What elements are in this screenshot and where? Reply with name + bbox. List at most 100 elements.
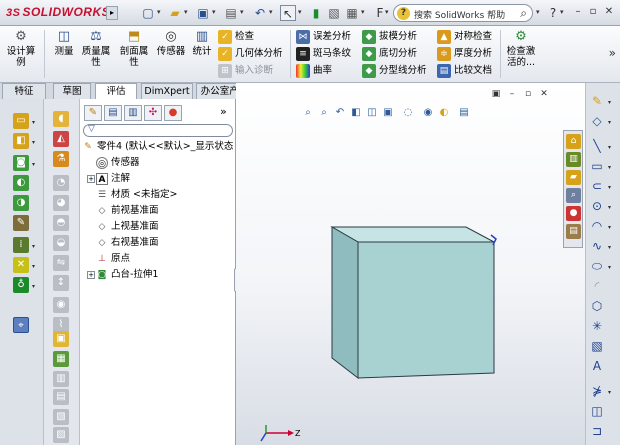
tree-item-right-plane[interactable]: ◇ 右视基准面: [96, 235, 159, 250]
viewport-restore-icon[interactable]: ▫: [522, 88, 534, 100]
sketch-tool-icon[interactable]: ▭: [13, 113, 29, 129]
options-dropdown-arrow-icon[interactable]: ▾: [361, 8, 365, 16]
viewport-close-icon[interactable]: ✕: [538, 88, 550, 100]
close-icon[interactable]: ✕: [602, 5, 616, 19]
tab-evaluate[interactable]: 评估: [95, 83, 137, 99]
arc-icon[interactable]: ◠: [589, 218, 605, 234]
zebra-stripes-button[interactable]: ≡ 斑马条纹: [296, 46, 351, 62]
save-icon[interactable]: ▣: [195, 5, 211, 21]
check-active-document-button[interactable]: ⚙ 检查激 活的...: [503, 29, 539, 68]
select-pointer-icon[interactable]: ↖: [280, 5, 296, 21]
section-view-icon[interactable]: ◧: [350, 107, 362, 119]
polygon-icon[interactable]: ⬡: [589, 298, 605, 314]
tab-sketch[interactable]: 草图: [53, 83, 91, 99]
text-icon[interactable]: A: [589, 358, 605, 374]
centerline-icon[interactable]: ▧: [589, 338, 605, 354]
search-help-box[interactable]: ? 搜索 SolidWorks 帮助 ⌕: [393, 4, 533, 22]
tree-item-sensors[interactable]: ◎ 传感器: [96, 155, 140, 170]
fillet-icon[interactable]: ◖: [53, 111, 69, 127]
dropdown-arrow-icon[interactable]: ▾: [32, 119, 35, 126]
smart-dimension-icon[interactable]: ◇: [589, 113, 605, 129]
tree-item-origin[interactable]: ⊥ 原点: [96, 251, 130, 266]
thickness-analysis-button[interactable]: ≑ 厚度分析: [437, 46, 492, 62]
tree-item-front-plane[interactable]: ◇ 前视基准面: [96, 203, 159, 218]
ribbon-more-icon[interactable]: »: [609, 46, 616, 60]
view-settings-icon[interactable]: ▤: [458, 107, 470, 119]
dropdown-arrow-icon[interactable]: ▾: [608, 264, 611, 271]
dropdown-arrow-icon[interactable]: ▾: [32, 283, 35, 290]
view-orientation-icon[interactable]: ◫: [366, 107, 378, 119]
circle-icon[interactable]: ⊙: [589, 198, 605, 214]
revolve-boss-icon[interactable]: ◐: [13, 175, 29, 191]
sensor-button[interactable]: ◎ 传感器: [154, 29, 188, 57]
fillet-sketch-icon[interactable]: ◜: [589, 278, 605, 294]
display-style-icon[interactable]: ▣: [382, 107, 394, 119]
options-icon[interactable]: ▦: [344, 5, 360, 21]
open-folder-icon[interactable]: ▰: [167, 5, 183, 21]
previous-view-icon[interactable]: ↶: [334, 107, 346, 119]
solidworks-logo[interactable]: 3S SOLIDWORKS: [6, 5, 110, 19]
sketch-icon[interactable]: ✎: [589, 93, 605, 109]
deviation-analysis-button[interactable]: ⋈ 误差分析: [296, 29, 351, 45]
tab-dimxpert[interactable]: DimXpert: [141, 83, 193, 99]
tree-item-part[interactable]: ✎ 零件4 (默认<<默认>_显示状态: [82, 139, 233, 154]
feature-filter-input[interactable]: ▽: [83, 124, 233, 137]
save-dropdown-arrow-icon[interactable]: ▾: [212, 8, 216, 16]
point-icon[interactable]: ✳: [589, 318, 605, 334]
new-document-icon[interactable]: ▢: [140, 5, 156, 21]
edit-appearance-icon[interactable]: ◉: [422, 107, 434, 119]
slot-icon[interactable]: ⊂: [589, 178, 605, 194]
offset-entities-icon[interactable]: ⊐: [589, 423, 605, 439]
rib-icon[interactable]: ◕: [53, 195, 69, 211]
convert-entities-icon[interactable]: ◫: [589, 403, 605, 419]
rebuild-traffic-light-icon[interactable]: ▮: [308, 5, 324, 21]
minimize-icon[interactable]: –: [571, 5, 585, 19]
dropdown-arrow-icon[interactable]: ▾: [608, 119, 611, 126]
open-dropdown-arrow-icon[interactable]: ▾: [184, 8, 188, 16]
split-icon[interactable]: ▦: [53, 351, 69, 367]
dropdown-arrow-icon[interactable]: ▾: [608, 99, 611, 106]
parting-line-analysis-button[interactable]: ◆ 分型线分析: [362, 63, 427, 79]
measure-button[interactable]: ◫ 测量: [52, 29, 76, 57]
tree-item-boss-extrude[interactable]: ◙ 凸台-拉伸1: [96, 267, 159, 282]
hide-show-items-icon[interactable]: ◌: [402, 107, 414, 119]
dropdown-arrow-icon[interactable]: ▾: [608, 184, 611, 191]
dropdown-arrow-icon[interactable]: ▾: [32, 263, 35, 270]
draft-analysis-button[interactable]: ◆ 拔模分析: [362, 29, 417, 45]
menu-expand-arrow-icon[interactable]: ▸: [106, 6, 118, 20]
check-button[interactable]: ✓ 检查: [218, 29, 254, 45]
draft-icon[interactable]: ⚗: [53, 151, 69, 167]
wrap-icon[interactable]: ◓: [53, 215, 69, 231]
feature-tree-tab-icon[interactable]: ✎: [84, 105, 102, 121]
instant3d-icon[interactable]: ⌖: [13, 317, 29, 333]
deform-icon[interactable]: ▨: [53, 427, 69, 443]
dropdown-arrow-icon[interactable]: ▾: [608, 244, 611, 251]
compare-documents-button[interactable]: ▤ 比较文档: [437, 63, 492, 79]
solidworks-resources-icon[interactable]: ⌂: [566, 134, 581, 149]
new-dropdown-arrow-icon[interactable]: ▾: [157, 8, 161, 16]
loft-icon[interactable]: ✎: [13, 215, 29, 231]
custom-properties-icon[interactable]: ▤: [566, 224, 581, 239]
viewport-tile-icon[interactable]: ▣: [490, 88, 502, 100]
cube-model[interactable]: [330, 225, 500, 385]
symmetry-check-button[interactable]: ▲ 对称检查: [437, 29, 492, 45]
reference-geometry-icon[interactable]: ✕: [13, 257, 29, 273]
curvature-button[interactable]: 曲率: [296, 63, 332, 79]
chamfer-icon[interactable]: ◭: [53, 131, 69, 147]
undercut-analysis-button[interactable]: ◆ 底切分析: [362, 46, 417, 62]
statistics-button[interactable]: ▥ 统计: [190, 29, 214, 57]
pattern-icon[interactable]: ⁞: [13, 237, 29, 253]
scale-icon[interactable]: ↕: [53, 275, 69, 291]
more-commands-arrow-icon[interactable]: ▾: [385, 8, 389, 16]
print-dropdown-arrow-icon[interactable]: ▾: [240, 8, 244, 16]
import-diagnostics-button[interactable]: ⊞ 输入诊断: [218, 63, 273, 79]
dropdown-arrow-icon[interactable]: ▾: [608, 144, 611, 151]
dropdown-arrow-icon[interactable]: ▾: [608, 224, 611, 231]
undo-icon[interactable]: ↶: [252, 5, 268, 21]
zoom-to-fit-icon[interactable]: ⌕: [302, 107, 314, 119]
spline-icon[interactable]: ∿: [589, 238, 605, 254]
select-dropdown-arrow-icon[interactable]: ▾: [298, 8, 302, 16]
ellipse-icon[interactable]: ⬭: [589, 258, 605, 274]
appearances-icon[interactable]: ●: [566, 206, 581, 221]
dome-icon[interactable]: ◒: [53, 235, 69, 251]
